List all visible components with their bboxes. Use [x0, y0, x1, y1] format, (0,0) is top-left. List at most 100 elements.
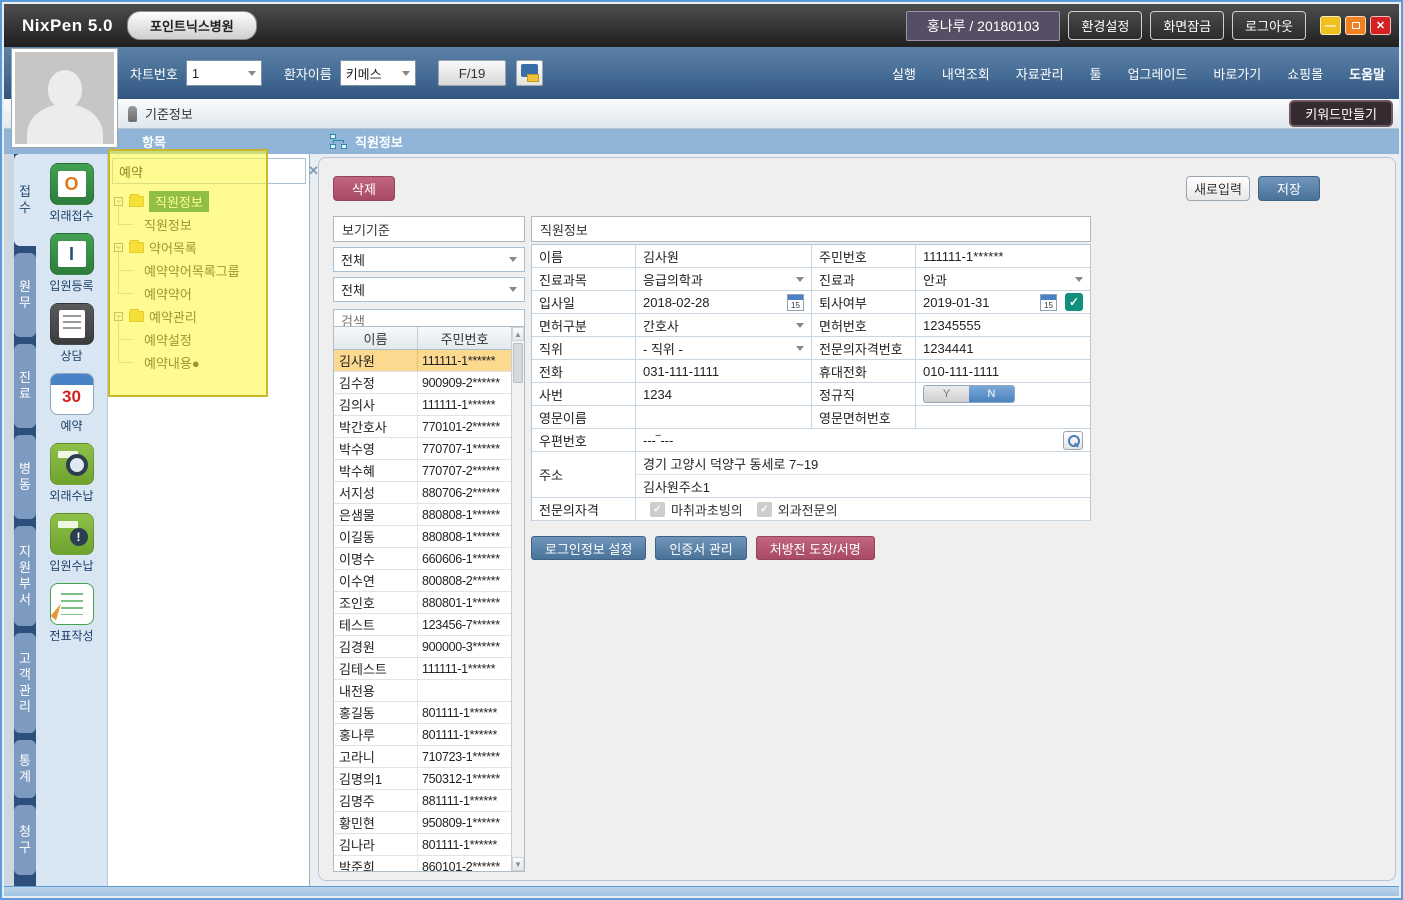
- menu-item-내역조회[interactable]: 내역조회: [942, 64, 990, 83]
- resign-checkbox[interactable]: ✓: [1065, 293, 1083, 311]
- maximize-button[interactable]: [1345, 16, 1366, 35]
- resign-date-field[interactable]: 2019-01-31✓: [916, 291, 1090, 313]
- shortcut-외래접수[interactable]: 외래접수: [36, 163, 107, 224]
- shortcut-외래수납[interactable]: 외래수납: [36, 443, 107, 504]
- dept-select[interactable]: 안과: [916, 268, 1090, 290]
- sidebar-tab-고객관리[interactable]: 고객관리: [14, 633, 36, 733]
- close-button[interactable]: ✕: [1370, 16, 1391, 35]
- shortcut-전표작성[interactable]: 전표작성: [36, 583, 107, 644]
- table-row[interactable]: 조인호880801-1******: [334, 592, 511, 614]
- menu-item-자료관리[interactable]: 자료관리: [1016, 64, 1064, 83]
- table-row[interactable]: 김나라801111-1******: [334, 834, 511, 856]
- table-row[interactable]: 박준희860101-2******: [334, 856, 511, 871]
- save-button[interactable]: 저장: [1258, 176, 1320, 201]
- certificate-button[interactable]: 인증서 관리: [655, 536, 746, 560]
- table-row[interactable]: 은샘물880808-1******: [334, 504, 511, 526]
- table-row[interactable]: 홍길동801111-1******: [334, 702, 511, 724]
- menu-item-도움말[interactable]: 도움말: [1349, 64, 1385, 83]
- tree-node-약어목록[interactable]: −약어목록: [114, 236, 305, 259]
- en-license-field[interactable]: [916, 406, 1090, 428]
- position-select[interactable]: - 직위 -: [636, 337, 812, 359]
- toggle-no[interactable]: N: [969, 386, 1014, 402]
- table-row[interactable]: 서지성880706-2******: [334, 482, 511, 504]
- shortcut-입원등록[interactable]: 입원등록: [36, 233, 107, 294]
- table-row[interactable]: 박간호사770101-2******: [334, 416, 511, 438]
- shortcut-상담[interactable]: 상담: [36, 303, 107, 364]
- table-row[interactable]: 박수혜770707-2******: [334, 460, 511, 482]
- tree-search-input[interactable]: [113, 164, 301, 179]
- table-row[interactable]: 고라니710723-1******: [334, 746, 511, 768]
- new-entry-button[interactable]: 새로입력: [1186, 176, 1250, 201]
- tree-node-예약설정[interactable]: 예약설정: [114, 328, 305, 351]
- scroll-up-icon[interactable]: ▲: [512, 327, 524, 341]
- sidebar-tab-진료[interactable]: 진료: [14, 344, 36, 428]
- name-column-header[interactable]: 이름: [334, 327, 418, 349]
- table-row[interactable]: 김테스트111111-1******: [334, 658, 511, 680]
- tree-node-직원정보[interactable]: −직원정보: [114, 190, 305, 213]
- chart-number-select[interactable]: 1: [186, 60, 262, 86]
- license-no-field[interactable]: 12345555: [916, 314, 1090, 336]
- sidebar-tab-원무[interactable]: 원무: [14, 253, 36, 337]
- zip-search-button[interactable]: [1063, 431, 1083, 450]
- tree-node-예약관리[interactable]: −예약관리: [114, 305, 305, 328]
- active-section-tab[interactable]: 직원정보: [355, 132, 403, 151]
- login-info-button[interactable]: 로그인정보 설정: [531, 536, 646, 560]
- scrollbar[interactable]: ▲ ▼: [511, 327, 524, 871]
- table-row[interactable]: 내전용: [334, 680, 511, 702]
- calendar-icon[interactable]: [1040, 294, 1057, 311]
- filter-select-2[interactable]: 전체: [333, 277, 525, 302]
- table-row[interactable]: 김수정900909-2******: [334, 372, 511, 394]
- address-field-1[interactable]: 경기 고양시 덕양구 동세로 7~19: [636, 452, 1090, 475]
- table-row[interactable]: 이명수660606-1******: [334, 548, 511, 570]
- sidebar-tab-접수[interactable]: 접수: [14, 154, 36, 246]
- toggle-yes[interactable]: Y: [924, 386, 969, 402]
- table-row[interactable]: 김명주881111-1******: [334, 790, 511, 812]
- menu-item-실행[interactable]: 실행: [892, 64, 916, 83]
- table-row[interactable]: 황민현950809-1******: [334, 812, 511, 834]
- sidebar-tab-병동[interactable]: 병동: [14, 435, 36, 519]
- scroll-thumb[interactable]: [513, 343, 523, 383]
- address-field-2[interactable]: 김사원주소1: [636, 475, 1090, 497]
- mobile-field[interactable]: 010-111-1111: [916, 360, 1090, 382]
- tree-node-예약약어목록그룹[interactable]: 예약약어목록그룹: [114, 259, 305, 282]
- name-field[interactable]: 김사원: [636, 245, 812, 267]
- table-row[interactable]: 테스트123456-7******: [334, 614, 511, 636]
- shortcut-입원수납[interactable]: 입원수납: [36, 513, 107, 574]
- message-button[interactable]: [516, 60, 543, 86]
- scroll-down-icon[interactable]: ▼: [512, 857, 524, 871]
- keyword-make-button[interactable]: 키워드만들기: [1289, 100, 1393, 127]
- screen-lock-button[interactable]: 화면잠금: [1150, 11, 1224, 40]
- emp-no-field[interactable]: 1234: [636, 383, 812, 405]
- en-name-field[interactable]: [636, 406, 812, 428]
- tree-node-직원정보[interactable]: 직원정보: [114, 213, 305, 236]
- prescription-stamp-button[interactable]: 처방전 도장/서명: [756, 536, 875, 560]
- tree-node-예약내용[interactable]: 예약내용●: [114, 351, 305, 374]
- hire-date-field[interactable]: 2018-02-28: [636, 291, 812, 313]
- table-row[interactable]: 이수연800808-2******: [334, 570, 511, 592]
- menu-item-툴[interactable]: 툴: [1090, 64, 1102, 83]
- menu-item-업그레이드[interactable]: 업그레이드: [1128, 64, 1188, 83]
- menu-item-쇼핑몰[interactable]: 쇼핑몰: [1287, 64, 1323, 83]
- zip-field[interactable]: ---‾---: [636, 429, 1090, 451]
- table-row[interactable]: 홍나루801111-1******: [334, 724, 511, 746]
- table-row[interactable]: 박수영770707-1******: [334, 438, 511, 460]
- table-row[interactable]: 김경원900000-3******: [334, 636, 511, 658]
- table-row[interactable]: 김의사111111-1******: [334, 394, 511, 416]
- phone-field[interactable]: 031-111-1111: [636, 360, 812, 382]
- rrn-column-header[interactable]: 주민번호: [418, 327, 511, 349]
- sex-age-button[interactable]: F/19: [438, 60, 507, 86]
- calendar-icon[interactable]: [787, 294, 804, 311]
- minimize-button[interactable]: —: [1320, 16, 1341, 35]
- settings-button[interactable]: 환경설정: [1068, 11, 1142, 40]
- sidebar-tab-통계[interactable]: 통계: [14, 740, 36, 798]
- sidebar-tab-지원부서[interactable]: 지원부서: [14, 526, 36, 626]
- table-row[interactable]: 김사원111111-1******: [334, 350, 511, 372]
- logout-button[interactable]: 로그아웃: [1232, 11, 1306, 40]
- filter-select-1[interactable]: 전체: [333, 247, 525, 272]
- dept-subject-select[interactable]: 응급의학과: [636, 268, 812, 290]
- tree-node-예약약어[interactable]: 예약약어: [114, 282, 305, 305]
- patient-name-select[interactable]: 키메스: [340, 60, 416, 86]
- table-row[interactable]: 김명의1750312-1******: [334, 768, 511, 790]
- shortcut-예약[interactable]: 예약: [36, 373, 107, 434]
- rrn-field[interactable]: 111111-1******: [916, 245, 1090, 267]
